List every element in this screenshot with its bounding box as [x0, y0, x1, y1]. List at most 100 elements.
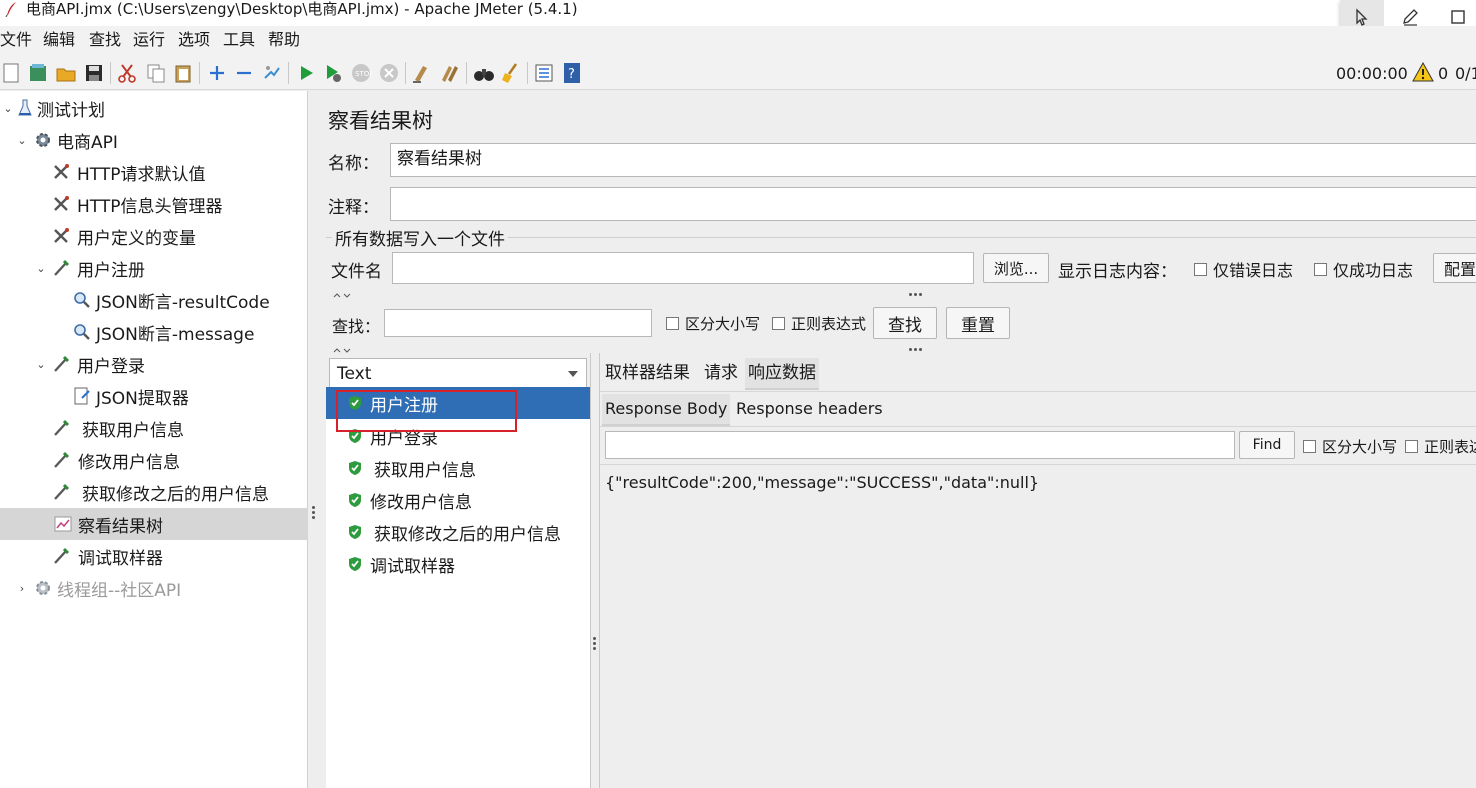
tree-node-view-results-tree[interactable]: 察看结果树 [0, 508, 308, 540]
tree-node-get-user[interactable]: 获取用户信息 [0, 412, 308, 444]
tree-node-register[interactable]: ⌄ 用户注册 [0, 252, 308, 284]
find-regex-checkbox[interactable]: 正则表达 [1405, 436, 1476, 457]
collapse-minus-icon[interactable] [233, 62, 255, 84]
menu-help[interactable]: 帮助 [268, 30, 300, 50]
open-folder-icon[interactable] [55, 62, 77, 84]
tree-node-label: JSON提取器 [96, 388, 189, 409]
templates-icon[interactable] [27, 62, 49, 84]
chevron-down-icon[interactable]: ⌄ [35, 262, 47, 275]
menu-run[interactable]: 运行 [133, 30, 165, 50]
find-case-checkbox[interactable]: 区分大小写 [1303, 436, 1397, 457]
new-icon[interactable] [0, 62, 22, 84]
reset-button[interactable]: 重置 [946, 307, 1010, 339]
tree-node-http-defaults[interactable]: HTTP请求默认值 [0, 156, 308, 188]
tree-node-user-vars[interactable]: 用户定义的变量 [0, 220, 308, 252]
success-only-checkbox[interactable]: 仅成功日志 [1314, 257, 1413, 281]
shutdown-icon[interactable] [378, 62, 400, 84]
tree-node-json-extractor[interactable]: JSON提取器 [0, 380, 308, 412]
start-no-pauses-icon[interactable] [322, 62, 344, 84]
clear-icon[interactable] [411, 62, 433, 84]
find-field[interactable] [605, 431, 1235, 459]
success-shield-icon [348, 524, 364, 540]
tree-node-get-modified[interactable]: 获取修改之后的用户信息 [0, 476, 308, 508]
chevron-down-icon[interactable]: ⌄ [16, 134, 28, 147]
tree-node-assert-code[interactable]: JSON断言-resultCode [0, 284, 308, 316]
search-field[interactable] [384, 309, 652, 337]
results-splitter[interactable] [590, 353, 591, 788]
menu-file[interactable]: 文件 [0, 30, 32, 50]
errors-only-checkbox[interactable]: 仅错误日志 [1194, 257, 1293, 281]
name-field[interactable]: 察看结果树 [390, 143, 1476, 177]
filename-label: 文件名 [331, 262, 382, 282]
toolbar-separator [288, 62, 289, 84]
search-regex-checkbox[interactable]: 正则表达式 [772, 313, 866, 334]
expand-plus-icon[interactable] [206, 62, 228, 84]
search-label: 查找： [332, 317, 381, 336]
tab-sampler-result[interactable]: 取样器结果 [602, 358, 693, 388]
subtab-response-body[interactable]: Response Body [602, 394, 731, 426]
tree-node-thread-group[interactable]: ⌄ 电商API [0, 124, 308, 156]
result-item[interactable]: 调试取样器 [326, 548, 590, 580]
tree-node-modify-user[interactable]: 修改用户信息 [0, 444, 308, 476]
magnifier-icon [73, 323, 91, 341]
tree-node-assert-message[interactable]: JSON断言-message [0, 316, 308, 348]
copy-icon[interactable] [145, 62, 167, 84]
menu-edit[interactable]: 编辑 [43, 30, 75, 50]
horizontal-splitter[interactable] [326, 346, 1476, 354]
tab-response-data[interactable]: 响应数据 [745, 358, 819, 390]
menu-tools[interactable]: 工具 [223, 30, 255, 50]
window-title: 电商API.jmx (C:\Users\zengy\Desktop\电商API.… [26, 0, 578, 18]
page-title: 察看结果树 [328, 109, 433, 133]
configure-button[interactable]: 配置 [1433, 253, 1476, 283]
checkbox-box[interactable] [772, 317, 785, 330]
tree-node-header-manager[interactable]: HTTP信息头管理器 [0, 188, 308, 220]
menu-search[interactable]: 查找 [89, 30, 121, 50]
horizontal-splitter[interactable] [326, 291, 1476, 299]
help-icon[interactable]: ? [561, 62, 583, 84]
comment-field[interactable] [390, 187, 1476, 221]
paste-icon[interactable] [172, 62, 194, 84]
tab-request[interactable]: 请求 [701, 358, 741, 388]
find-button[interactable]: Find [1239, 431, 1295, 459]
reset-search-broom-icon[interactable] [500, 62, 522, 84]
chevron-right-icon[interactable]: › [16, 582, 28, 595]
checkbox-box[interactable] [666, 317, 679, 330]
tree-node-login[interactable]: ⌄ 用户登录 [0, 348, 308, 380]
search-button[interactable]: 查找 [873, 307, 937, 339]
sampler-pipette-icon [52, 483, 70, 501]
start-icon[interactable] [295, 62, 317, 84]
filename-field[interactable] [392, 252, 974, 284]
response-body-text[interactable]: {"resultCode":200,"message":"SUCCESS","d… [605, 473, 1039, 492]
tree-node-community-group[interactable]: › 线程组--社区API [0, 572, 308, 604]
checkbox-box[interactable] [1405, 440, 1418, 453]
toolbar-separator [527, 62, 528, 84]
checkbox-label: 区分大小写 [685, 315, 761, 333]
chevron-down-icon[interactable]: ⌄ [2, 102, 14, 115]
subtab-response-headers[interactable]: Response headers [733, 394, 886, 424]
stop-icon[interactable]: STOP [350, 62, 372, 84]
checkbox-box[interactable] [1314, 262, 1327, 276]
result-item[interactable]: 获取用户信息 [326, 452, 590, 484]
function-helper-icon[interactable] [533, 62, 555, 84]
chevron-down-icon[interactable]: ⌄ [35, 358, 47, 371]
tree-splitter[interactable] [308, 91, 318, 788]
toggle-icon[interactable] [261, 62, 283, 84]
checkbox-box[interactable] [1303, 440, 1316, 453]
clear-all-icon[interactable] [439, 62, 461, 84]
tree-node-label: HTTP请求默认值 [77, 164, 206, 185]
cut-icon[interactable] [116, 62, 138, 84]
result-item[interactable]: 获取修改之后的用户信息 [326, 516, 590, 548]
search-case-checkbox[interactable]: 区分大小写 [666, 313, 760, 334]
menu-options[interactable]: 选项 [178, 30, 210, 50]
warning-icon[interactable] [1412, 61, 1434, 86]
tree-node-test-plan[interactable]: ⌄ 测试计划 [0, 92, 308, 124]
search-binoculars-icon[interactable] [473, 62, 495, 84]
active-threads-ratio: 0/1 [1455, 64, 1476, 83]
save-icon[interactable] [83, 62, 105, 84]
result-item[interactable]: 修改用户信息 [326, 484, 590, 516]
renderer-select[interactable]: Text [329, 358, 587, 390]
browse-button[interactable]: 浏览... [983, 253, 1049, 283]
tree-node-label: 获取用户信息 [82, 420, 184, 441]
checkbox-box[interactable] [1194, 262, 1207, 276]
tree-node-debug-sampler[interactable]: 调试取样器 [0, 540, 308, 572]
